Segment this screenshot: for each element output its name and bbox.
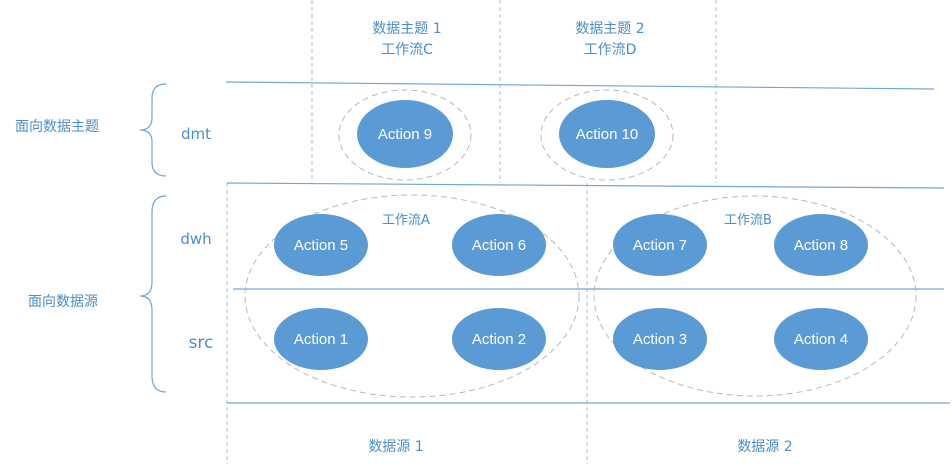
action-3-label: Action 3 [633, 331, 687, 348]
action-node-7[interactable]: Action 7 [613, 214, 707, 276]
action-8-label: Action 8 [794, 237, 848, 254]
lane-label-source: 面向数据源 [28, 294, 98, 310]
diagram-svg: 面向数据主题 面向数据源 dmt dwh src 数据主题 1 工作流C 数据主… [15, 0, 950, 464]
subject-brace [139, 83, 167, 177]
action-node-8[interactable]: Action 8 [774, 214, 868, 276]
action-node-3[interactable]: Action 3 [613, 308, 707, 370]
action-10-label: Action 10 [576, 126, 639, 143]
workflow-a-label: 工作流A [382, 213, 430, 228]
header-workflow-d: 工作流D [584, 42, 637, 58]
header-subject2: 数据主题 2 [575, 21, 644, 37]
action-7-label: Action 7 [633, 237, 687, 254]
workflow-b-label: 工作流B [724, 213, 772, 228]
action-5-label: Action 5 [294, 237, 348, 254]
action-9-label: Action 9 [378, 126, 432, 143]
action-node-6[interactable]: Action 6 [452, 214, 546, 276]
action-1-label: Action 1 [294, 331, 348, 348]
layer-label-src: src [189, 333, 214, 353]
footer-source1: 数据源 1 [368, 439, 423, 455]
action-node-1[interactable]: Action 1 [274, 308, 368, 370]
action-6-label: Action 6 [472, 237, 526, 254]
workflow-diagram: 面向数据主题 面向数据源 dmt dwh src 数据主题 1 工作流C 数据主… [0, 0, 952, 464]
lane-label-subject: 面向数据主题 [15, 119, 99, 135]
action-4-label: Action 4 [794, 331, 848, 348]
dwh-top-line [226, 182, 945, 189]
layer-label-dmt: dmt [181, 125, 211, 143]
action-2-label: Action 2 [472, 331, 526, 348]
action-node-10[interactable]: Action 10 [559, 100, 655, 168]
dmt-top-line [225, 81, 935, 90]
source-brace [139, 195, 167, 393]
action-node-2[interactable]: Action 2 [452, 308, 546, 370]
header-subject1: 数据主题 1 [372, 21, 441, 37]
action-node-5[interactable]: Action 5 [274, 214, 368, 276]
action-node-4[interactable]: Action 4 [774, 308, 868, 370]
action-node-9[interactable]: Action 9 [357, 100, 453, 168]
footer-source2: 数据源 2 [737, 439, 792, 455]
layer-label-dwh: dwh [180, 230, 211, 248]
header-workflow-c: 工作流C [381, 42, 433, 58]
